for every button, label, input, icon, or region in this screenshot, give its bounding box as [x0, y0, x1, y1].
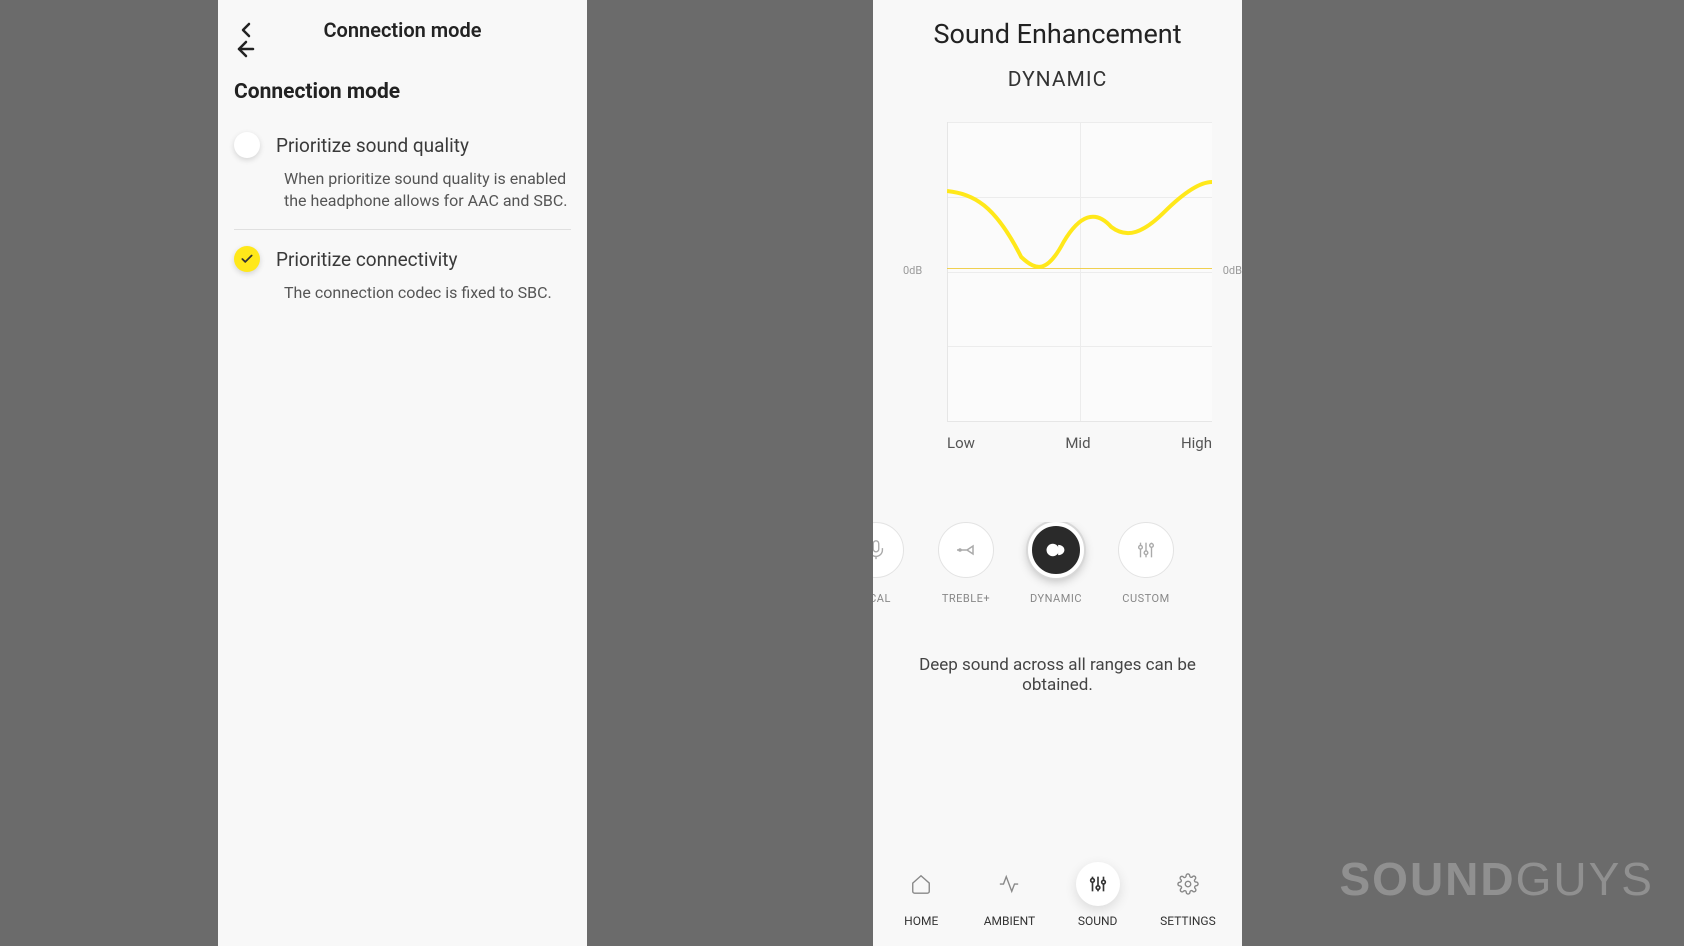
- preset-vocal[interactable]: OCAL: [873, 522, 907, 605]
- nav-label: SOUND: [1078, 914, 1118, 928]
- mic-icon: [873, 522, 904, 578]
- option-label: Prioritize sound quality: [276, 134, 469, 157]
- sliders-icon: [1118, 522, 1174, 578]
- preset-dynamic[interactable]: DYNAMIC: [1025, 522, 1087, 605]
- page-title: Connection mode: [234, 18, 571, 42]
- radio-unselected-icon: [234, 132, 260, 158]
- option-connectivity[interactable]: Prioritize connectivity The connection c…: [218, 230, 587, 322]
- y-axis-zero-left: 0dB: [903, 264, 922, 277]
- x-tick-mid: Mid: [1065, 434, 1090, 452]
- phone-sound-enhancement: Sound Enhancement DYNAMIC 0dB 0dB Low Mi…: [873, 0, 1242, 946]
- x-tick-low: Low: [947, 434, 975, 452]
- y-axis-zero-right: 0dB: [1223, 264, 1242, 277]
- nav-ambient[interactable]: AMBIENT: [984, 862, 1035, 928]
- preset-label: DYNAMIC: [1030, 592, 1082, 605]
- preset-label: OCAL: [873, 592, 891, 605]
- option-sound-quality[interactable]: Prioritize sound quality When prioritize…: [218, 116, 587, 229]
- radio-selected-icon: [234, 246, 260, 272]
- phone-connection-mode: Connection mode Connection mode Prioriti…: [218, 0, 587, 946]
- watermark: SOUNDGUYS: [1340, 852, 1655, 906]
- watermark-bold: SOUND: [1340, 853, 1516, 905]
- gear-icon: [1166, 862, 1210, 906]
- section-heading: Connection mode: [218, 60, 587, 116]
- option-description: The connection codec is fixed to SBC.: [234, 282, 571, 304]
- eq-curve-line: [947, 122, 1212, 272]
- active-preset-label: DYNAMIC: [873, 68, 1242, 92]
- nav-home[interactable]: HOME: [899, 862, 943, 928]
- trumpet-icon: [938, 522, 994, 578]
- eq-chart: 0dB 0dB: [903, 122, 1212, 422]
- preset-label: CUSTOM: [1122, 592, 1169, 605]
- watermark-light: GUYS: [1516, 853, 1654, 905]
- x-axis-labels: Low Mid High: [947, 434, 1212, 452]
- ambient-icon: [987, 862, 1031, 906]
- dynamic-icon: [1028, 522, 1084, 578]
- sound-icon: [1076, 862, 1120, 906]
- preset-treble-plus[interactable]: TREBLE+: [935, 522, 997, 605]
- bottom-nav: HOME AMBIENT SOUND SETTINGS: [873, 852, 1242, 946]
- nav-label: AMBIENT: [984, 914, 1035, 928]
- preset-description: Deep sound across all ranges can be obta…: [873, 655, 1242, 695]
- preset-custom[interactable]: CUSTOM: [1115, 522, 1177, 605]
- preset-label: TREBLE+: [942, 592, 990, 605]
- nav-label: SETTINGS: [1160, 914, 1216, 928]
- page-title: Sound Enhancement: [873, 0, 1242, 50]
- preset-carousel[interactable]: OCAL TREBLE+ DYNAMIC CUSTOM: [873, 522, 1242, 605]
- header: Connection mode: [218, 0, 587, 60]
- nav-label: HOME: [904, 914, 938, 928]
- nav-sound[interactable]: SOUND: [1076, 862, 1120, 928]
- option-label: Prioritize connectivity: [276, 248, 458, 271]
- x-tick-high: High: [1181, 434, 1212, 452]
- nav-settings[interactable]: SETTINGS: [1160, 862, 1216, 928]
- option-description: When prioritize sound quality is enabled…: [234, 168, 571, 211]
- home-icon: [899, 862, 943, 906]
